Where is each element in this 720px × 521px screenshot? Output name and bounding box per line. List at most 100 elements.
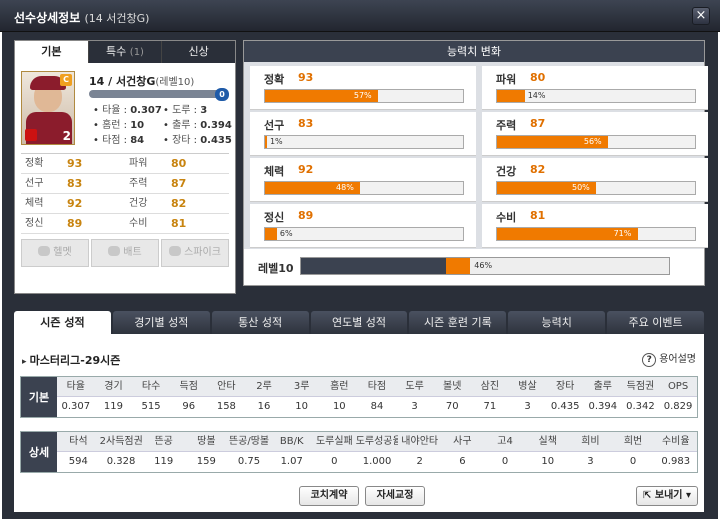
- tab-basic[interactable]: 기본: [15, 41, 88, 63]
- detail-value-cell: 1.07: [280, 456, 303, 467]
- player-card[interactable]: C 2: [21, 71, 75, 145]
- basic-header-cell: 경기: [104, 381, 123, 392]
- tab-record-5[interactable]: 시즌 훈련 기록: [409, 311, 507, 334]
- equip-helmet[interactable]: 헬멧: [21, 239, 89, 267]
- ability-change-value: 80: [530, 71, 546, 84]
- ability-grid: 정확 93 파워 80 선구 83 주력 87 체력 92 건강 82 정신 89 수비 81: [21, 153, 229, 234]
- detail-header-cell: 실책: [538, 436, 557, 447]
- basic-value-cell: 3: [524, 401, 531, 412]
- basic-value-cell: 0.307: [61, 401, 91, 412]
- bullet-icon: •: [93, 120, 103, 131]
- coach-contract-button[interactable]: 코치계약: [299, 486, 359, 506]
- basic-value-cell: 158: [216, 401, 236, 412]
- tab-profile-label: 신상: [188, 45, 209, 58]
- ability-change-bar: 1%: [264, 135, 464, 149]
- mini-stat: • 타점 : 84: [93, 135, 145, 146]
- basic-header-cell: 3루: [293, 381, 310, 392]
- card-grade-badge: C: [60, 74, 72, 86]
- ability-value: 89: [67, 217, 83, 230]
- window-titlebar: 선수상세정보 (14 서건창G) ×: [0, 0, 720, 32]
- detail-value-cell: 119: [154, 456, 174, 467]
- ability-cell: 수비 81: [125, 214, 229, 233]
- basic-header-cell: 장타: [555, 381, 575, 392]
- card-number: 2: [62, 129, 71, 143]
- tab-special[interactable]: 특수 (1): [87, 41, 162, 63]
- detail-header-cell: 땅볼: [197, 436, 216, 447]
- tab-record-6[interactable]: 능력치: [508, 311, 606, 334]
- ability-value: 83: [67, 177, 83, 190]
- detail-header-cell: 타석: [69, 436, 88, 447]
- posture-correction-button[interactable]: 자세교정: [365, 486, 425, 506]
- basic-header-cell: 득점권: [626, 381, 655, 392]
- send-label: 보내기: [654, 490, 683, 501]
- detail-stats-table: 상세 타석 2사득점권 뜬공 땅볼 뜬공/땅볼 BB/K 도루실패 도루성공율 내야안타 사구 고4…: [20, 431, 698, 473]
- left-tabs: 기본 특수 (1) 신상: [15, 41, 235, 63]
- ability-change-value: 93: [298, 71, 314, 84]
- mini-stat-key: 도루: [172, 105, 191, 116]
- detail-header-cell: 고4: [497, 436, 513, 447]
- ability-value: 87: [171, 177, 187, 190]
- close-button[interactable]: ×: [692, 7, 710, 25]
- ability-change-value: 92: [298, 163, 314, 176]
- tab-profile[interactable]: 신상: [161, 41, 235, 63]
- detail-value-cell: 10: [541, 456, 555, 467]
- record-tabs: 시즌 성적 경기별 성적 통산 성적 연도별 성적 시즌 훈련 기록 능력치 주요 이벤트: [14, 311, 705, 334]
- ability-key: 주력: [129, 178, 148, 189]
- ability-cell: 파워 80: [125, 154, 229, 173]
- record-panel: 마스터리그-29시즌 ?용어설명 기본 타율경기타수득점안타2루3루홈런타점도루…: [14, 334, 704, 512]
- tab-record-7[interactable]: 주요 이벤트: [607, 311, 705, 334]
- equip-spike[interactable]: 스파이크: [161, 239, 229, 267]
- mini-stat-key: 출루: [172, 120, 191, 131]
- mini-stat-row: • 타점 : 84 • 장타 : 0.435: [93, 133, 233, 148]
- tab-record-3[interactable]: 통산 성적: [211, 311, 309, 334]
- basic-header-cell: 안타: [217, 381, 236, 392]
- equip-bat[interactable]: 배트: [91, 239, 159, 267]
- tab-record-4[interactable]: 연도별 성적: [310, 311, 408, 334]
- bullet-icon: •: [163, 135, 173, 146]
- basic-header-cell: 타수: [141, 381, 161, 392]
- ability-change-2: 파워 80 14%: [482, 66, 708, 110]
- ability-value: 80: [171, 157, 187, 170]
- basic-label: 기본: [21, 377, 57, 417]
- basic-header-cell: 도루: [405, 381, 424, 392]
- mini-stat-key: 장타: [172, 135, 191, 146]
- ability-cell: 체력 92: [21, 194, 125, 213]
- equip-bat-label: 배트: [123, 247, 142, 258]
- ability-key: 정확: [25, 158, 44, 169]
- basic-header-cell: OPS: [667, 381, 689, 392]
- ability-cell: 건강 82: [125, 194, 229, 213]
- detail-value-cell: 3: [587, 456, 594, 467]
- bullet-icon: •: [163, 105, 173, 116]
- send-button[interactable]: ⇱ 보내기 ▾: [636, 486, 698, 506]
- detail-value-cell: 0.328: [106, 456, 136, 467]
- basic-value-cell: 16: [257, 401, 271, 412]
- basic-value-cell: 10: [295, 401, 309, 412]
- tab-record-2[interactable]: 경기별 성적: [112, 311, 210, 334]
- ability-change-bar: 50%: [496, 181, 696, 195]
- detail-grid: 타석 2사득점권 뜬공 땅볼 뜬공/땅볼 BB/K 도루실패 도루성공율 내야안타 사구 고4 실책 희…: [57, 432, 697, 472]
- detail-header-cell: 희번: [623, 436, 643, 447]
- ability-row: 선구 83 주력 87: [21, 174, 229, 194]
- equip-helmet-label: 헬멧: [53, 247, 72, 258]
- basic-header-cell: 2루: [256, 381, 272, 392]
- ability-row: 체력 92 건강 82: [21, 194, 229, 214]
- mini-stat-row: • 홈런 : 10 • 출루 : 0.394: [93, 118, 233, 133]
- detail-value-cell: 159: [196, 456, 216, 467]
- basic-header-cell: 득점: [179, 381, 198, 392]
- spike-icon: [169, 246, 182, 256]
- glossary-label: 용어설명: [659, 354, 696, 365]
- ability-change-key: 수비: [496, 211, 517, 224]
- potential-bar: [89, 90, 227, 98]
- tab-record-1[interactable]: 시즌 성적: [14, 311, 111, 334]
- ability-change-5: 체력 92 48%: [250, 158, 476, 202]
- glossary-link[interactable]: ? 용어설명: [642, 350, 696, 367]
- detail-header-cell: 희비: [581, 436, 600, 447]
- mini-stat-row: • 타율 : 0.307 • 도루 : 3: [93, 103, 233, 118]
- basic-value-cell: 0.394: [588, 401, 618, 412]
- mini-stat-value: 0.435: [200, 135, 232, 146]
- ability-key: 정신: [25, 218, 44, 229]
- basic-value-cell: 70: [445, 401, 459, 412]
- ability-key: 체력: [25, 198, 44, 209]
- level-pct: 46%: [474, 261, 493, 270]
- mini-stat: • 타율 : 0.307: [93, 105, 162, 116]
